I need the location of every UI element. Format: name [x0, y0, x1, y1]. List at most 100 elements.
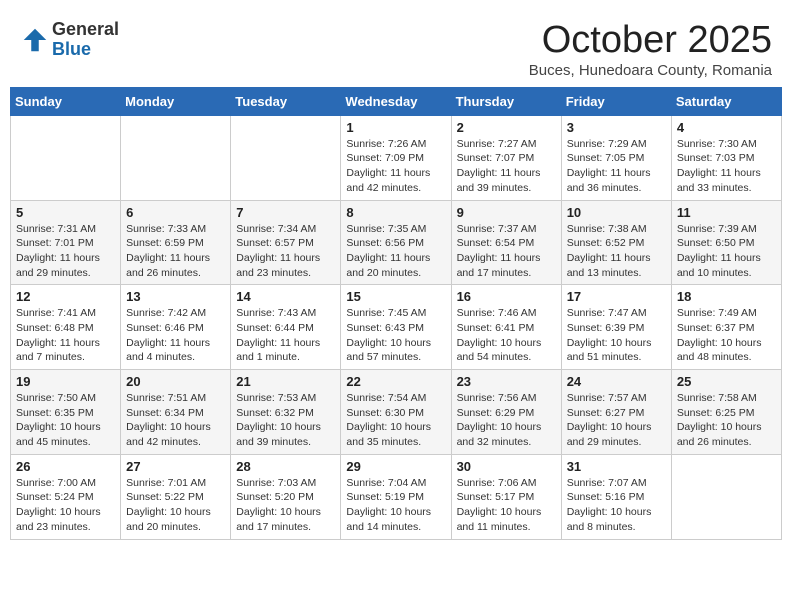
day-number: 22: [346, 374, 445, 389]
day-number: 26: [16, 459, 115, 474]
day-info: Sunrise: 7:58 AM Sunset: 6:25 PM Dayligh…: [677, 391, 776, 450]
day-number: 9: [457, 205, 556, 220]
week-row-1: 1 Sunrise: 7:26 AM Sunset: 7:09 PM Daylig…: [11, 115, 782, 200]
week-row-5: 26 Sunrise: 7:00 AM Sunset: 5:24 PM Dayli…: [11, 454, 782, 539]
day-info: Sunrise: 7:03 AM Sunset: 5:20 PM Dayligh…: [236, 476, 335, 535]
day-info: Sunrise: 7:00 AM Sunset: 5:24 PM Dayligh…: [16, 476, 115, 535]
day-info: Sunrise: 7:30 AM Sunset: 7:03 PM Dayligh…: [677, 137, 776, 196]
calendar-cell: 2 Sunrise: 7:27 AM Sunset: 7:07 PM Daylig…: [451, 115, 561, 200]
day-number: 20: [126, 374, 225, 389]
day-info: Sunrise: 7:43 AM Sunset: 6:44 PM Dayligh…: [236, 306, 335, 365]
day-info: Sunrise: 7:41 AM Sunset: 6:48 PM Dayligh…: [16, 306, 115, 365]
day-info: Sunrise: 7:26 AM Sunset: 7:09 PM Dayligh…: [346, 137, 445, 196]
calendar-cell: 27 Sunrise: 7:01 AM Sunset: 5:22 PM Dayli…: [121, 454, 231, 539]
weekday-header-saturday: Saturday: [671, 87, 781, 115]
weekday-header-sunday: Sunday: [11, 87, 121, 115]
calendar-cell: 19 Sunrise: 7:50 AM Sunset: 6:35 PM Dayli…: [11, 370, 121, 455]
day-number: 23: [457, 374, 556, 389]
day-info: Sunrise: 7:06 AM Sunset: 5:17 PM Dayligh…: [457, 476, 556, 535]
day-info: Sunrise: 7:45 AM Sunset: 6:43 PM Dayligh…: [346, 306, 445, 365]
day-info: Sunrise: 7:54 AM Sunset: 6:30 PM Dayligh…: [346, 391, 445, 450]
day-number: 13: [126, 289, 225, 304]
day-number: 8: [346, 205, 445, 220]
day-number: 2: [457, 120, 556, 135]
calendar-cell: [121, 115, 231, 200]
calendar-cell: 18 Sunrise: 7:49 AM Sunset: 6:37 PM Dayli…: [671, 285, 781, 370]
day-number: 24: [567, 374, 666, 389]
weekday-header-tuesday: Tuesday: [231, 87, 341, 115]
day-number: 18: [677, 289, 776, 304]
day-number: 25: [677, 374, 776, 389]
month-title: October 2025: [529, 20, 772, 62]
logo: General Blue: [20, 20, 119, 60]
calendar-cell: 28 Sunrise: 7:03 AM Sunset: 5:20 PM Dayli…: [231, 454, 341, 539]
day-info: Sunrise: 7:34 AM Sunset: 6:57 PM Dayligh…: [236, 222, 335, 281]
weekday-header-wednesday: Wednesday: [341, 87, 451, 115]
day-info: Sunrise: 7:53 AM Sunset: 6:32 PM Dayligh…: [236, 391, 335, 450]
calendar-cell: 29 Sunrise: 7:04 AM Sunset: 5:19 PM Dayli…: [341, 454, 451, 539]
day-number: 10: [567, 205, 666, 220]
calendar-cell: 15 Sunrise: 7:45 AM Sunset: 6:43 PM Dayli…: [341, 285, 451, 370]
day-info: Sunrise: 7:37 AM Sunset: 6:54 PM Dayligh…: [457, 222, 556, 281]
day-info: Sunrise: 7:01 AM Sunset: 5:22 PM Dayligh…: [126, 476, 225, 535]
calendar-cell: 10 Sunrise: 7:38 AM Sunset: 6:52 PM Dayli…: [561, 200, 671, 285]
calendar-cell: 25 Sunrise: 7:58 AM Sunset: 6:25 PM Dayli…: [671, 370, 781, 455]
day-info: Sunrise: 7:49 AM Sunset: 6:37 PM Dayligh…: [677, 306, 776, 365]
day-number: 16: [457, 289, 556, 304]
day-info: Sunrise: 7:04 AM Sunset: 5:19 PM Dayligh…: [346, 476, 445, 535]
calendar-cell: 8 Sunrise: 7:35 AM Sunset: 6:56 PM Daylig…: [341, 200, 451, 285]
calendar-cell: 26 Sunrise: 7:00 AM Sunset: 5:24 PM Dayli…: [11, 454, 121, 539]
title-section: October 2025 Buces, Hunedoara County, Ro…: [529, 20, 772, 79]
day-info: Sunrise: 7:31 AM Sunset: 7:01 PM Dayligh…: [16, 222, 115, 281]
day-number: 14: [236, 289, 335, 304]
logo-general: General: [52, 20, 119, 40]
day-info: Sunrise: 7:29 AM Sunset: 7:05 PM Dayligh…: [567, 137, 666, 196]
day-number: 7: [236, 205, 335, 220]
calendar-cell: 4Sunrise: 7:30 AM Sunset: 7:03 PM Daylig…: [671, 115, 781, 200]
calendar-cell: 14 Sunrise: 7:43 AM Sunset: 6:44 PM Dayli…: [231, 285, 341, 370]
day-info: Sunrise: 7:42 AM Sunset: 6:46 PM Dayligh…: [126, 306, 225, 365]
calendar-cell: 1 Sunrise: 7:26 AM Sunset: 7:09 PM Daylig…: [341, 115, 451, 200]
calendar-cell: [231, 115, 341, 200]
day-info: Sunrise: 7:46 AM Sunset: 6:41 PM Dayligh…: [457, 306, 556, 365]
day-number: 6: [126, 205, 225, 220]
day-number: 17: [567, 289, 666, 304]
day-info: Sunrise: 7:35 AM Sunset: 6:56 PM Dayligh…: [346, 222, 445, 281]
day-number: 29: [346, 459, 445, 474]
day-info: Sunrise: 7:47 AM Sunset: 6:39 PM Dayligh…: [567, 306, 666, 365]
weekday-header-monday: Monday: [121, 87, 231, 115]
calendar-cell: 30Sunrise: 7:06 AM Sunset: 5:17 PM Dayli…: [451, 454, 561, 539]
day-info: Sunrise: 7:33 AM Sunset: 6:59 PM Dayligh…: [126, 222, 225, 281]
day-number: 27: [126, 459, 225, 474]
day-info: Sunrise: 7:57 AM Sunset: 6:27 PM Dayligh…: [567, 391, 666, 450]
day-number: 31: [567, 459, 666, 474]
day-number: 28: [236, 459, 335, 474]
day-info: Sunrise: 7:07 AM Sunset: 5:16 PM Dayligh…: [567, 476, 666, 535]
calendar-cell: 9 Sunrise: 7:37 AM Sunset: 6:54 PM Daylig…: [451, 200, 561, 285]
calendar-cell: [671, 454, 781, 539]
calendar-cell: 16 Sunrise: 7:46 AM Sunset: 6:41 PM Dayli…: [451, 285, 561, 370]
day-info: Sunrise: 7:56 AM Sunset: 6:29 PM Dayligh…: [457, 391, 556, 450]
calendar-cell: 20 Sunrise: 7:51 AM Sunset: 6:34 PM Dayli…: [121, 370, 231, 455]
day-number: 15: [346, 289, 445, 304]
day-info: Sunrise: 7:39 AM Sunset: 6:50 PM Dayligh…: [677, 222, 776, 281]
day-info: Sunrise: 7:51 AM Sunset: 6:34 PM Dayligh…: [126, 391, 225, 450]
calendar-cell: 3Sunrise: 7:29 AM Sunset: 7:05 PM Daylig…: [561, 115, 671, 200]
calendar-cell: 11Sunrise: 7:39 AM Sunset: 6:50 PM Dayli…: [671, 200, 781, 285]
calendar-table: SundayMondayTuesdayWednesdayThursdayFrid…: [10, 87, 782, 540]
day-number: 5: [16, 205, 115, 220]
calendar-cell: 21 Sunrise: 7:53 AM Sunset: 6:32 PM Dayli…: [231, 370, 341, 455]
calendar-cell: [11, 115, 121, 200]
day-info: Sunrise: 7:50 AM Sunset: 6:35 PM Dayligh…: [16, 391, 115, 450]
calendar-cell: 13 Sunrise: 7:42 AM Sunset: 6:46 PM Dayli…: [121, 285, 231, 370]
day-number: 21: [236, 374, 335, 389]
weekday-header-thursday: Thursday: [451, 87, 561, 115]
weekday-header-row: SundayMondayTuesdayWednesdayThursdayFrid…: [11, 87, 782, 115]
calendar-cell: 22 Sunrise: 7:54 AM Sunset: 6:30 PM Dayli…: [341, 370, 451, 455]
week-row-4: 19 Sunrise: 7:50 AM Sunset: 6:35 PM Dayli…: [11, 370, 782, 455]
day-number: 12: [16, 289, 115, 304]
day-info: Sunrise: 7:27 AM Sunset: 7:07 PM Dayligh…: [457, 137, 556, 196]
day-info: Sunrise: 7:38 AM Sunset: 6:52 PM Dayligh…: [567, 222, 666, 281]
day-number: 1: [346, 120, 445, 135]
day-number: 19: [16, 374, 115, 389]
